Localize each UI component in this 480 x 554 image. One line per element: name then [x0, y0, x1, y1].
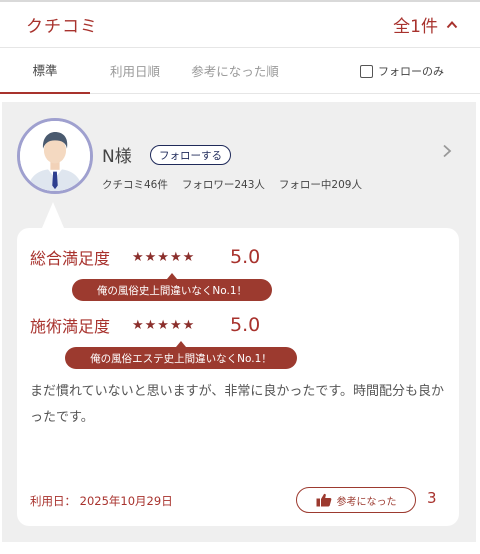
following-count-stat: フォロー中209人: [278, 179, 362, 191]
sort-tabs: 標準 利用日順 参考になった順 フォローのみ: [0, 48, 480, 94]
overall-rating-ribbon: 俺の風俗史上間違いなくNo.1！: [72, 273, 272, 301]
follow-button[interactable]: フォローする: [150, 145, 231, 165]
reviews-header[interactable]: クチコミ 全1件: [0, 2, 480, 48]
chevron-right-icon[interactable]: [442, 144, 452, 158]
follower-count-stat: フォロワー243人: [181, 179, 265, 191]
review-count-stat: クチコミ46件: [102, 179, 168, 191]
review-comment: まだ慣れていないと思いますが、非常に良かったです。時間配分も良かったです。: [30, 384, 445, 425]
follow-only-filter[interactable]: フォローのみ: [360, 48, 444, 94]
helpful-count: 3: [427, 489, 437, 507]
follow-only-checkbox[interactable]: [360, 64, 373, 78]
overall-rating-row: 総合満足度 ★★★★★ 5.0: [30, 245, 260, 269]
section-title: クチコミ: [26, 17, 98, 37]
overall-rating-label: 総合満足度: [30, 249, 111, 268]
review-body: 総合満足度 ★★★★★ 5.0 俺の風俗史上間違いなくNo.1！ 施術満足度 ★…: [17, 228, 459, 526]
use-date: 利用日： 2025年10月29日: [30, 494, 173, 508]
treatment-rating-label: 施術満足度: [30, 317, 111, 336]
overall-stars: ★★★★★: [132, 249, 196, 265]
spacer: [0, 94, 480, 102]
review-count-toggle[interactable]: 全1件: [393, 12, 458, 37]
avatar[interactable]: [17, 118, 93, 194]
tab-use-date[interactable]: 利用日順: [90, 48, 180, 94]
chevron-up-icon[interactable]: [446, 19, 458, 31]
thumbs-up-icon: [316, 493, 331, 507]
overall-rating-value: 5.0: [230, 246, 261, 268]
reviewer-stats: クチコミ46件 フォロワー243人 フォロー中209人: [102, 177, 362, 192]
helpful-button[interactable]: 参考になった: [296, 487, 416, 513]
tab-helpful[interactable]: 参考になった順: [180, 48, 290, 94]
helpful-label: 参考になった: [336, 496, 397, 508]
treatment-rating-ribbon: 俺の風俗エステ史上間違いなくNo.1！: [65, 341, 297, 369]
review-count: 全1件: [393, 17, 438, 37]
tab-standard[interactable]: 標準: [0, 48, 90, 94]
treatment-rating-value: 5.0: [230, 314, 261, 336]
follow-only-label: フォローのみ: [378, 65, 444, 78]
speech-pointer: [42, 202, 64, 228]
user-avatar-icon: [20, 121, 90, 191]
treatment-rating-row: 施術満足度 ★★★★★ 5.0: [30, 313, 260, 337]
treatment-stars: ★★★★★: [132, 317, 196, 333]
reviewer-name[interactable]: N様: [102, 142, 132, 167]
review-card: N様 フォローする クチコミ46件 フォロワー243人 フォロー中209人 総合…: [2, 102, 476, 542]
